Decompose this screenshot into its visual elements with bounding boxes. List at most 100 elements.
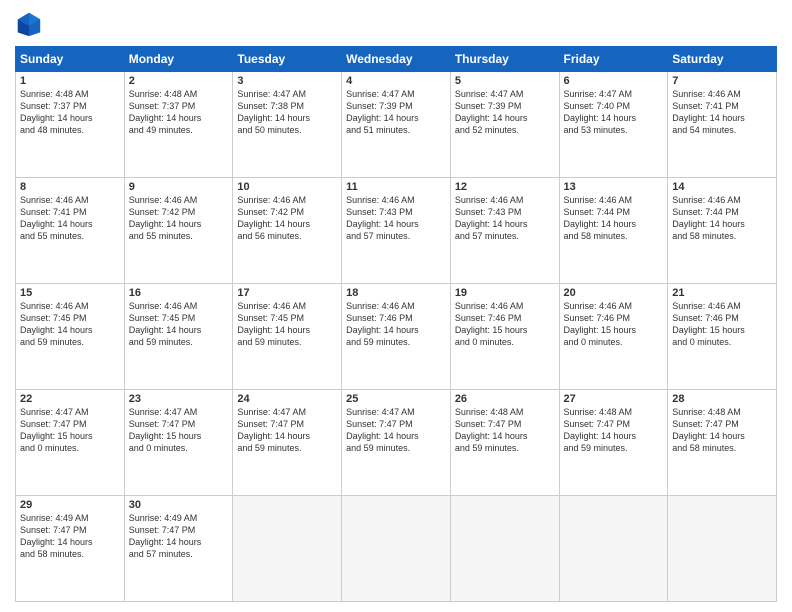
day-cell: 12Sunrise: 4:46 AM Sunset: 7:43 PM Dayli…: [450, 178, 559, 284]
day-cell: 7Sunrise: 4:46 AM Sunset: 7:41 PM Daylig…: [668, 72, 777, 178]
day-cell: 14Sunrise: 4:46 AM Sunset: 7:44 PM Dayli…: [668, 178, 777, 284]
week-row-2: 8Sunrise: 4:46 AM Sunset: 7:41 PM Daylig…: [16, 178, 777, 284]
day-cell: 18Sunrise: 4:46 AM Sunset: 7:46 PM Dayli…: [342, 284, 451, 390]
day-info: Sunrise: 4:46 AM Sunset: 7:44 PM Dayligh…: [564, 194, 664, 243]
week-row-3: 15Sunrise: 4:46 AM Sunset: 7:45 PM Dayli…: [16, 284, 777, 390]
day-info: Sunrise: 4:48 AM Sunset: 7:37 PM Dayligh…: [20, 88, 120, 137]
day-number: 23: [129, 393, 229, 405]
day-cell: 15Sunrise: 4:46 AM Sunset: 7:45 PM Dayli…: [16, 284, 125, 390]
day-cell: 25Sunrise: 4:47 AM Sunset: 7:47 PM Dayli…: [342, 390, 451, 496]
day-info: Sunrise: 4:46 AM Sunset: 7:43 PM Dayligh…: [346, 194, 446, 243]
logo: [15, 10, 47, 38]
day-info: Sunrise: 4:46 AM Sunset: 7:46 PM Dayligh…: [672, 300, 772, 349]
day-cell: 22Sunrise: 4:47 AM Sunset: 7:47 PM Dayli…: [16, 390, 125, 496]
day-number: 21: [672, 287, 772, 299]
day-info: Sunrise: 4:46 AM Sunset: 7:43 PM Dayligh…: [455, 194, 555, 243]
day-number: 11: [346, 181, 446, 193]
day-info: Sunrise: 4:47 AM Sunset: 7:47 PM Dayligh…: [20, 406, 120, 455]
day-cell: [668, 496, 777, 602]
day-number: 10: [237, 181, 337, 193]
day-number: 27: [564, 393, 664, 405]
day-info: Sunrise: 4:46 AM Sunset: 7:42 PM Dayligh…: [237, 194, 337, 243]
day-cell: [342, 496, 451, 602]
week-row-4: 22Sunrise: 4:47 AM Sunset: 7:47 PM Dayli…: [16, 390, 777, 496]
day-info: Sunrise: 4:46 AM Sunset: 7:41 PM Dayligh…: [672, 88, 772, 137]
day-number: 20: [564, 287, 664, 299]
day-number: 22: [20, 393, 120, 405]
day-cell: 27Sunrise: 4:48 AM Sunset: 7:47 PM Dayli…: [559, 390, 668, 496]
day-info: Sunrise: 4:46 AM Sunset: 7:45 PM Dayligh…: [129, 300, 229, 349]
day-number: 9: [129, 181, 229, 193]
day-number: 6: [564, 75, 664, 87]
day-number: 25: [346, 393, 446, 405]
day-info: Sunrise: 4:47 AM Sunset: 7:39 PM Dayligh…: [346, 88, 446, 137]
header: [15, 10, 777, 38]
day-number: 3: [237, 75, 337, 87]
day-info: Sunrise: 4:47 AM Sunset: 7:47 PM Dayligh…: [237, 406, 337, 455]
day-cell: 23Sunrise: 4:47 AM Sunset: 7:47 PM Dayli…: [124, 390, 233, 496]
week-row-5: 29Sunrise: 4:49 AM Sunset: 7:47 PM Dayli…: [16, 496, 777, 602]
weekday-header-row: SundayMondayTuesdayWednesdayThursdayFrid…: [16, 47, 777, 72]
day-info: Sunrise: 4:48 AM Sunset: 7:47 PM Dayligh…: [672, 406, 772, 455]
day-number: 5: [455, 75, 555, 87]
day-cell: 17Sunrise: 4:46 AM Sunset: 7:45 PM Dayli…: [233, 284, 342, 390]
weekday-header-sunday: Sunday: [16, 47, 125, 72]
day-info: Sunrise: 4:48 AM Sunset: 7:37 PM Dayligh…: [129, 88, 229, 137]
day-number: 29: [20, 499, 120, 511]
day-number: 17: [237, 287, 337, 299]
weekday-header-tuesday: Tuesday: [233, 47, 342, 72]
week-row-1: 1Sunrise: 4:48 AM Sunset: 7:37 PM Daylig…: [16, 72, 777, 178]
day-number: 24: [237, 393, 337, 405]
day-number: 4: [346, 75, 446, 87]
day-number: 19: [455, 287, 555, 299]
day-info: Sunrise: 4:46 AM Sunset: 7:41 PM Dayligh…: [20, 194, 120, 243]
day-info: Sunrise: 4:46 AM Sunset: 7:42 PM Dayligh…: [129, 194, 229, 243]
day-info: Sunrise: 4:46 AM Sunset: 7:44 PM Dayligh…: [672, 194, 772, 243]
day-cell: 20Sunrise: 4:46 AM Sunset: 7:46 PM Dayli…: [559, 284, 668, 390]
page: SundayMondayTuesdayWednesdayThursdayFrid…: [0, 0, 792, 612]
day-number: 30: [129, 499, 229, 511]
day-cell: 9Sunrise: 4:46 AM Sunset: 7:42 PM Daylig…: [124, 178, 233, 284]
day-cell: 4Sunrise: 4:47 AM Sunset: 7:39 PM Daylig…: [342, 72, 451, 178]
day-number: 18: [346, 287, 446, 299]
day-number: 2: [129, 75, 229, 87]
day-cell: 24Sunrise: 4:47 AM Sunset: 7:47 PM Dayli…: [233, 390, 342, 496]
day-number: 8: [20, 181, 120, 193]
day-cell: 19Sunrise: 4:46 AM Sunset: 7:46 PM Dayli…: [450, 284, 559, 390]
day-cell: [450, 496, 559, 602]
day-info: Sunrise: 4:46 AM Sunset: 7:46 PM Dayligh…: [455, 300, 555, 349]
day-info: Sunrise: 4:47 AM Sunset: 7:47 PM Dayligh…: [346, 406, 446, 455]
day-cell: 6Sunrise: 4:47 AM Sunset: 7:40 PM Daylig…: [559, 72, 668, 178]
day-cell: 1Sunrise: 4:48 AM Sunset: 7:37 PM Daylig…: [16, 72, 125, 178]
day-info: Sunrise: 4:46 AM Sunset: 7:46 PM Dayligh…: [346, 300, 446, 349]
weekday-header-thursday: Thursday: [450, 47, 559, 72]
day-info: Sunrise: 4:48 AM Sunset: 7:47 PM Dayligh…: [455, 406, 555, 455]
weekday-header-monday: Monday: [124, 47, 233, 72]
day-number: 14: [672, 181, 772, 193]
day-number: 12: [455, 181, 555, 193]
weekday-header-wednesday: Wednesday: [342, 47, 451, 72]
day-info: Sunrise: 4:48 AM Sunset: 7:47 PM Dayligh…: [564, 406, 664, 455]
day-cell: 21Sunrise: 4:46 AM Sunset: 7:46 PM Dayli…: [668, 284, 777, 390]
day-cell: 28Sunrise: 4:48 AM Sunset: 7:47 PM Dayli…: [668, 390, 777, 496]
day-info: Sunrise: 4:47 AM Sunset: 7:39 PM Dayligh…: [455, 88, 555, 137]
day-cell: 3Sunrise: 4:47 AM Sunset: 7:38 PM Daylig…: [233, 72, 342, 178]
logo-icon: [15, 10, 43, 38]
day-number: 13: [564, 181, 664, 193]
day-cell: 8Sunrise: 4:46 AM Sunset: 7:41 PM Daylig…: [16, 178, 125, 284]
day-cell: 5Sunrise: 4:47 AM Sunset: 7:39 PM Daylig…: [450, 72, 559, 178]
day-number: 16: [129, 287, 229, 299]
day-number: 26: [455, 393, 555, 405]
weekday-header-friday: Friday: [559, 47, 668, 72]
day-number: 15: [20, 287, 120, 299]
weekday-header-saturday: Saturday: [668, 47, 777, 72]
day-cell: 29Sunrise: 4:49 AM Sunset: 7:47 PM Dayli…: [16, 496, 125, 602]
calendar-table: SundayMondayTuesdayWednesdayThursdayFrid…: [15, 46, 777, 602]
day-info: Sunrise: 4:47 AM Sunset: 7:38 PM Dayligh…: [237, 88, 337, 137]
day-cell: 26Sunrise: 4:48 AM Sunset: 7:47 PM Dayli…: [450, 390, 559, 496]
day-cell: [233, 496, 342, 602]
day-info: Sunrise: 4:46 AM Sunset: 7:45 PM Dayligh…: [20, 300, 120, 349]
day-cell: 2Sunrise: 4:48 AM Sunset: 7:37 PM Daylig…: [124, 72, 233, 178]
day-cell: 16Sunrise: 4:46 AM Sunset: 7:45 PM Dayli…: [124, 284, 233, 390]
day-cell: 11Sunrise: 4:46 AM Sunset: 7:43 PM Dayli…: [342, 178, 451, 284]
